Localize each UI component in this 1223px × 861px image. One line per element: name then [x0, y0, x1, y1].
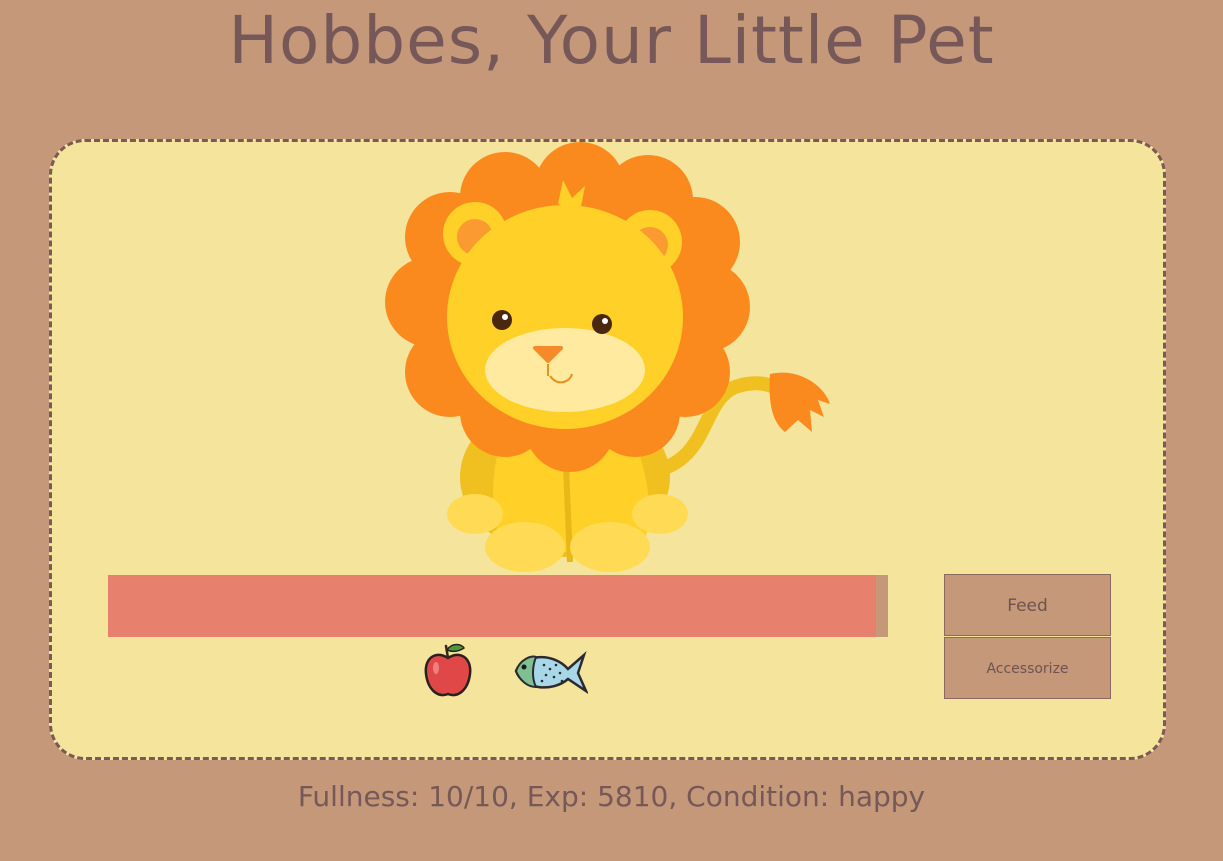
fullness-bar — [108, 575, 888, 637]
pet-status-text: Fullness: 10/10, Exp: 5810, Condition: h… — [297, 780, 926, 813]
fish-icon[interactable] — [512, 645, 588, 697]
page-title: Hobbes, Your Little Pet — [228, 2, 995, 79]
accessorize-button[interactable]: Accessorize — [944, 637, 1111, 699]
apple-icon[interactable] — [422, 640, 474, 700]
feed-button[interactable]: Feed — [944, 574, 1111, 636]
fullness-bar-fill — [108, 575, 876, 637]
lion-pet-image — [385, 142, 830, 572]
